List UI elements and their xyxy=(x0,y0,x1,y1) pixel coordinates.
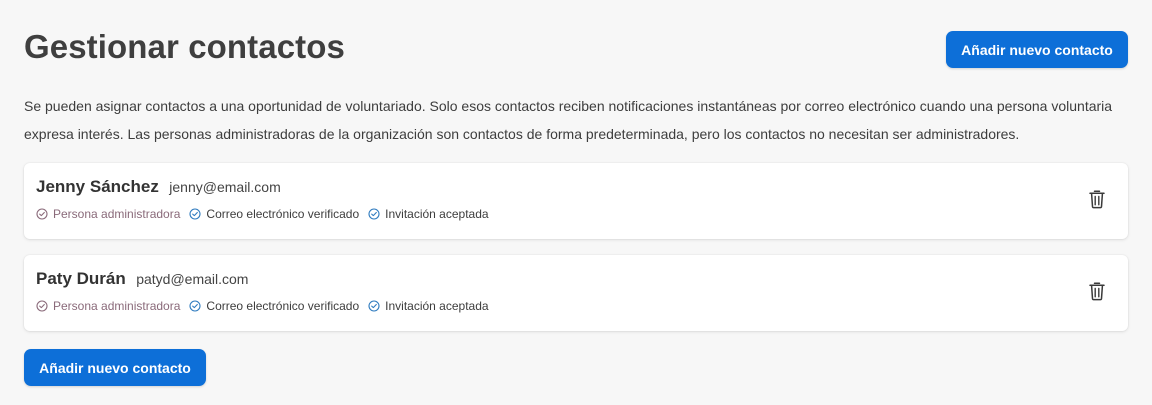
trash-icon xyxy=(1089,189,1105,208)
contact-email: jenny@email.com xyxy=(169,179,281,195)
invitation-accepted-badge: Invitación aceptada xyxy=(368,299,489,313)
admin-badge: Persona administradora xyxy=(36,207,180,221)
invitation-accepted-label: Invitación aceptada xyxy=(385,299,489,313)
check-circle-icon xyxy=(368,300,380,312)
check-circle-icon xyxy=(36,300,48,312)
email-verified-badge: Correo electrónico verificado xyxy=(189,299,359,313)
invitation-accepted-label: Invitación aceptada xyxy=(385,207,489,221)
add-contact-button-bottom[interactable]: Añadir nuevo contacto xyxy=(24,349,206,386)
admin-badge-label: Persona administradora xyxy=(53,299,181,313)
contact-status-badges: Persona administradora Correo electrónic… xyxy=(36,207,498,221)
email-verified-label: Correo electrónico verificado xyxy=(206,207,360,221)
contact-name: Jenny Sánchez xyxy=(36,177,159,196)
contact-card: Paty Durán patyd@email.com Persona admin… xyxy=(24,255,1128,331)
page-header: Gestionar contactos Añadir nuevo contact… xyxy=(24,28,1128,70)
check-circle-icon xyxy=(189,208,201,220)
delete-contact-button[interactable] xyxy=(1086,280,1108,304)
invitation-accepted-badge: Invitación aceptada xyxy=(368,207,489,221)
check-circle-icon xyxy=(368,208,380,220)
admin-badge: Persona administradora xyxy=(36,299,180,313)
trash-icon xyxy=(1089,281,1105,300)
admin-badge-label: Persona administradora xyxy=(53,207,181,221)
manage-contacts-page: Gestionar contactos Añadir nuevo contact… xyxy=(0,0,1152,405)
contact-name-row: Paty Durán patyd@email.com xyxy=(36,269,248,289)
check-circle-icon xyxy=(189,300,201,312)
contact-name-row: Jenny Sánchez jenny@email.com xyxy=(36,177,281,197)
page-title: Gestionar contactos xyxy=(24,28,345,65)
check-circle-icon xyxy=(36,208,48,220)
page-description: Se pueden asignar contactos a una oportu… xyxy=(24,98,1113,142)
contact-status-badges: Persona administradora Correo electrónic… xyxy=(36,299,498,313)
contact-card: Jenny Sánchez jenny@email.com Persona ad… xyxy=(24,163,1128,239)
delete-contact-button[interactable] xyxy=(1086,188,1108,212)
email-verified-badge: Correo electrónico verificado xyxy=(189,207,359,221)
contact-name: Paty Durán xyxy=(36,269,126,288)
contact-email: patyd@email.com xyxy=(136,271,249,287)
email-verified-label: Correo electrónico verificado xyxy=(206,299,360,313)
add-contact-button-top[interactable]: Añadir nuevo contacto xyxy=(946,31,1128,68)
